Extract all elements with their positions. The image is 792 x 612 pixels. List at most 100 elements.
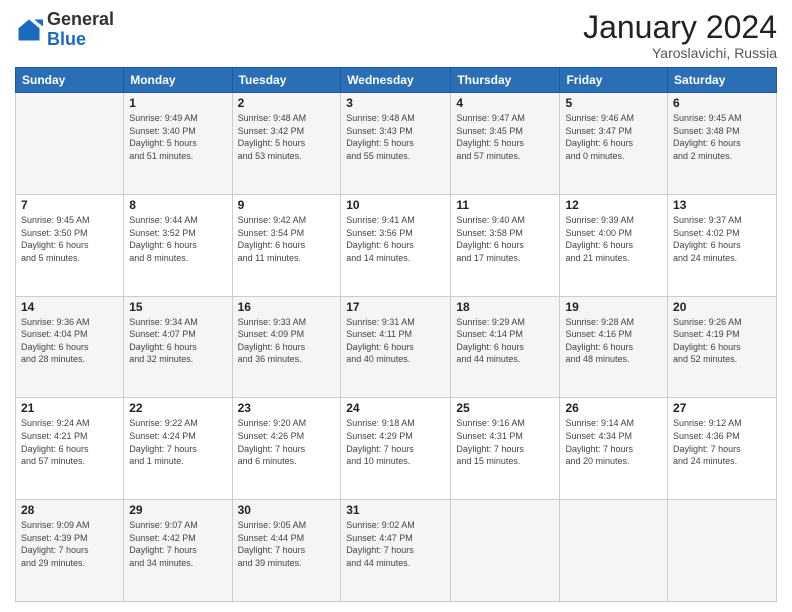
day-detail: Sunrise: 9:31 AM Sunset: 4:11 PM Dayligh…: [346, 316, 445, 366]
calendar-cell: 12 Sunrise: 9:39 AM Sunset: 4:00 PM Dayli…: [560, 194, 668, 296]
calendar-cell: 25Sunrise: 9:16 AM Sunset: 4:31 PM Dayli…: [451, 398, 560, 500]
calendar-cell: 19 Sunrise: 9:28 AM Sunset: 4:16 PM Dayli…: [560, 296, 668, 398]
weekday-header: Monday: [124, 68, 232, 93]
logo-general: General: [47, 9, 114, 29]
calendar-cell: 28Sunrise: 9:09 AM Sunset: 4:39 PM Dayli…: [16, 500, 124, 602]
calendar-week-row: 7Sunrise: 9:45 AM Sunset: 3:50 PM Daylig…: [16, 194, 777, 296]
calendar-cell: 26 Sunrise: 9:14 AM Sunset: 4:34 PM Dayli…: [560, 398, 668, 500]
calendar-week-row: 14Sunrise: 9:36 AM Sunset: 4:04 PM Dayli…: [16, 296, 777, 398]
day-detail: Sunrise: 9:42 AM Sunset: 3:54 PM Dayligh…: [238, 214, 336, 264]
day-detail: Sunrise: 9:24 AM Sunset: 4:21 PM Dayligh…: [21, 417, 118, 467]
day-number: 16: [238, 300, 336, 314]
location: Yaroslavichi, Russia: [583, 45, 777, 61]
calendar-cell: 24Sunrise: 9:18 AM Sunset: 4:29 PM Dayli…: [341, 398, 451, 500]
day-detail: Sunrise: 9:45 AM Sunset: 3:48 PM Dayligh…: [673, 112, 771, 162]
day-number: 1: [129, 96, 226, 110]
header: General Blue January 2024 Yaroslavichi, …: [15, 10, 777, 61]
weekday-header: Tuesday: [232, 68, 341, 93]
day-number: 2: [238, 96, 336, 110]
calendar-cell: 5 Sunrise: 9:46 AM Sunset: 3:47 PM Daylig…: [560, 93, 668, 195]
day-detail: Sunrise: 9:39 AM Sunset: 4:00 PM Dayligh…: [565, 214, 662, 264]
calendar-cell: 8 Sunrise: 9:44 AM Sunset: 3:52 PM Daylig…: [124, 194, 232, 296]
day-number: 9: [238, 198, 336, 212]
day-detail: Sunrise: 9:37 AM Sunset: 4:02 PM Dayligh…: [673, 214, 771, 264]
day-number: 11: [456, 198, 554, 212]
calendar-cell: 31 Sunrise: 9:02 AM Sunset: 4:47 PM Dayli…: [341, 500, 451, 602]
calendar-cell: [668, 500, 777, 602]
calendar-table: SundayMondayTuesdayWednesdayThursdayFrid…: [15, 67, 777, 602]
weekday-header: Wednesday: [341, 68, 451, 93]
day-number: 15: [129, 300, 226, 314]
day-number: 4: [456, 96, 554, 110]
day-number: 29: [129, 503, 226, 517]
day-detail: Sunrise: 9:33 AM Sunset: 4:09 PM Dayligh…: [238, 316, 336, 366]
logo-blue: Blue: [47, 29, 86, 49]
day-number: 6: [673, 96, 771, 110]
day-number: 30: [238, 503, 336, 517]
calendar-cell: 10Sunrise: 9:41 AM Sunset: 3:56 PM Dayli…: [341, 194, 451, 296]
calendar-cell: 9 Sunrise: 9:42 AM Sunset: 3:54 PM Daylig…: [232, 194, 341, 296]
calendar-cell: [16, 93, 124, 195]
day-detail: Sunrise: 9:20 AM Sunset: 4:26 PM Dayligh…: [238, 417, 336, 467]
month-title: January 2024: [583, 10, 777, 45]
day-detail: Sunrise: 9:40 AM Sunset: 3:58 PM Dayligh…: [456, 214, 554, 264]
day-number: 13: [673, 198, 771, 212]
day-detail: Sunrise: 9:26 AM Sunset: 4:19 PM Dayligh…: [673, 316, 771, 366]
day-detail: Sunrise: 9:44 AM Sunset: 3:52 PM Dayligh…: [129, 214, 226, 264]
calendar-cell: 4 Sunrise: 9:47 AM Sunset: 3:45 PM Daylig…: [451, 93, 560, 195]
day-detail: Sunrise: 9:22 AM Sunset: 4:24 PM Dayligh…: [129, 417, 226, 467]
day-number: 19: [565, 300, 662, 314]
logo-icon: [15, 16, 43, 44]
day-number: 17: [346, 300, 445, 314]
day-detail: Sunrise: 9:34 AM Sunset: 4:07 PM Dayligh…: [129, 316, 226, 366]
calendar-cell: 22Sunrise: 9:22 AM Sunset: 4:24 PM Dayli…: [124, 398, 232, 500]
day-detail: Sunrise: 9:28 AM Sunset: 4:16 PM Dayligh…: [565, 316, 662, 366]
day-detail: Sunrise: 9:47 AM Sunset: 3:45 PM Dayligh…: [456, 112, 554, 162]
logo: General Blue: [15, 10, 114, 50]
day-number: 3: [346, 96, 445, 110]
calendar-cell: [451, 500, 560, 602]
day-detail: Sunrise: 9:36 AM Sunset: 4:04 PM Dayligh…: [21, 316, 118, 366]
calendar-cell: 3 Sunrise: 9:48 AM Sunset: 3:43 PM Daylig…: [341, 93, 451, 195]
day-detail: Sunrise: 9:46 AM Sunset: 3:47 PM Dayligh…: [565, 112, 662, 162]
calendar-cell: 18Sunrise: 9:29 AM Sunset: 4:14 PM Dayli…: [451, 296, 560, 398]
calendar-cell: 14Sunrise: 9:36 AM Sunset: 4:04 PM Dayli…: [16, 296, 124, 398]
day-number: 5: [565, 96, 662, 110]
day-detail: Sunrise: 9:12 AM Sunset: 4:36 PM Dayligh…: [673, 417, 771, 467]
calendar-cell: 21 Sunrise: 9:24 AM Sunset: 4:21 PM Dayli…: [16, 398, 124, 500]
day-number: 24: [346, 401, 445, 415]
title-block: January 2024 Yaroslavichi, Russia: [583, 10, 777, 61]
day-number: 20: [673, 300, 771, 314]
weekday-header: Friday: [560, 68, 668, 93]
day-detail: Sunrise: 9:29 AM Sunset: 4:14 PM Dayligh…: [456, 316, 554, 366]
calendar-week-row: 28Sunrise: 9:09 AM Sunset: 4:39 PM Dayli…: [16, 500, 777, 602]
day-number: 21: [21, 401, 118, 415]
day-detail: Sunrise: 9:09 AM Sunset: 4:39 PM Dayligh…: [21, 519, 118, 569]
day-detail: Sunrise: 9:45 AM Sunset: 3:50 PM Dayligh…: [21, 214, 118, 264]
weekday-header: Sunday: [16, 68, 124, 93]
calendar-cell: 20 Sunrise: 9:26 AM Sunset: 4:19 PM Dayli…: [668, 296, 777, 398]
calendar-cell: 17 Sunrise: 9:31 AM Sunset: 4:11 PM Dayli…: [341, 296, 451, 398]
calendar-cell: [560, 500, 668, 602]
day-detail: Sunrise: 9:05 AM Sunset: 4:44 PM Dayligh…: [238, 519, 336, 569]
weekday-header: Thursday: [451, 68, 560, 93]
day-number: 26: [565, 401, 662, 415]
calendar-cell: 29Sunrise: 9:07 AM Sunset: 4:42 PM Dayli…: [124, 500, 232, 602]
day-number: 12: [565, 198, 662, 212]
day-detail: Sunrise: 9:41 AM Sunset: 3:56 PM Dayligh…: [346, 214, 445, 264]
day-detail: Sunrise: 9:48 AM Sunset: 3:42 PM Dayligh…: [238, 112, 336, 162]
calendar-cell: 16 Sunrise: 9:33 AM Sunset: 4:09 PM Dayli…: [232, 296, 341, 398]
calendar-week-row: 21 Sunrise: 9:24 AM Sunset: 4:21 PM Dayli…: [16, 398, 777, 500]
calendar-cell: 1 Sunrise: 9:49 AM Sunset: 3:40 PM Daylig…: [124, 93, 232, 195]
day-number: 31: [346, 503, 445, 517]
day-detail: Sunrise: 9:49 AM Sunset: 3:40 PM Dayligh…: [129, 112, 226, 162]
day-detail: Sunrise: 9:48 AM Sunset: 3:43 PM Dayligh…: [346, 112, 445, 162]
header-row: SundayMondayTuesdayWednesdayThursdayFrid…: [16, 68, 777, 93]
calendar-week-row: 1 Sunrise: 9:49 AM Sunset: 3:40 PM Daylig…: [16, 93, 777, 195]
day-number: 8: [129, 198, 226, 212]
calendar-cell: 15 Sunrise: 9:34 AM Sunset: 4:07 PM Dayli…: [124, 296, 232, 398]
page: General Blue January 2024 Yaroslavichi, …: [0, 0, 792, 612]
calendar-cell: 27Sunrise: 9:12 AM Sunset: 4:36 PM Dayli…: [668, 398, 777, 500]
day-detail: Sunrise: 9:14 AM Sunset: 4:34 PM Dayligh…: [565, 417, 662, 467]
day-detail: Sunrise: 9:02 AM Sunset: 4:47 PM Dayligh…: [346, 519, 445, 569]
